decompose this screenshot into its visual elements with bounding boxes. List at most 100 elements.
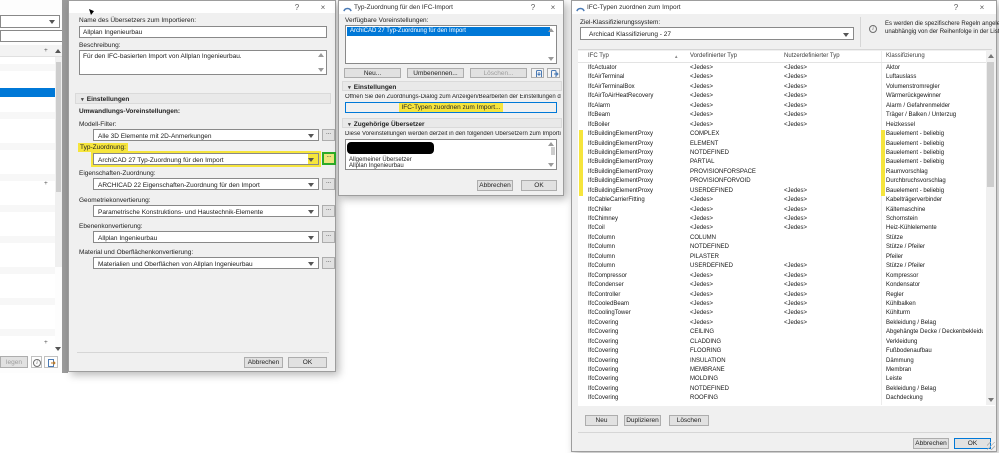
table-row[interactable]: IfcColumn COLUMN Stütze	[578, 234, 986, 243]
plus-icon[interactable]: +	[44, 339, 48, 346]
scroll-down-icon[interactable]	[318, 68, 324, 72]
background-selected-row[interactable]	[0, 88, 55, 97]
table-row[interactable]: IfcController <Jedes> <Jedes> Regler	[578, 291, 986, 300]
import-preset-button[interactable]	[531, 68, 544, 78]
scroll-up-icon[interactable]	[318, 53, 324, 57]
table-row[interactable]: IfcCovering MOLDING Leiste	[578, 375, 986, 384]
ok-button[interactable]: OK	[288, 357, 327, 368]
description-textarea[interactable]: Für den IFC-basierten Import von Allplan…	[79, 50, 327, 75]
type-mapping-more-button[interactable]: ...	[322, 152, 336, 165]
table-row[interactable]: IfcAlarm <Jedes> <Jedes> Alarm / Gefahrenme…	[578, 102, 986, 111]
scroll-down-icon[interactable]	[548, 163, 554, 167]
scroll-down-icon[interactable]	[987, 398, 994, 402]
geometry-conversion-dropdown[interactable]: Parametrische Konstruktions- und Haustec…	[93, 205, 319, 217]
table-row[interactable]: IfcColumn NOTDEFINED Stütze / Pfeiler	[578, 243, 986, 252]
target-system-dropdown[interactable]: Archicad Klassifizierung - 27	[580, 27, 854, 40]
table-row[interactable]: IfcChimney <Jedes> <Jedes> Schornstein	[578, 215, 986, 224]
type-mapping-dropdown[interactable]: ArchiCAD 27 Typ-Zuordnung für den Import	[91, 151, 321, 167]
table-row[interactable]: IfcCompressor <Jedes> <Jedes> Kompressor	[578, 272, 986, 281]
model-filter-more-button[interactable]: ...	[322, 129, 335, 141]
scroll-up-icon[interactable]	[548, 28, 554, 32]
background-dropdown[interactable]	[0, 15, 60, 28]
new-button[interactable]: Neu...	[344, 68, 401, 78]
assign-ifc-types-button[interactable]: IFC-Typen zuordnen zum Import...	[345, 102, 557, 113]
table-row[interactable]: IfcCoolingTower <Jedes> <Jedes> Kühlturm	[578, 309, 986, 318]
close-icon[interactable]: ×	[547, 2, 559, 13]
table-row[interactable]: IfcCoil <Jedes> <Jedes> Heiz-Kühlelemente	[578, 224, 986, 233]
table-row[interactable]: IfcAirTerminal <Jedes> <Jedes> Luftauslass	[578, 73, 986, 82]
plus-icon[interactable]: +	[44, 47, 48, 54]
table-row[interactable]: IfcBuildingElementProxy COMPLEX Bauelement…	[578, 130, 986, 140]
column-header-ifc-typ[interactable]: IFC Typ	[588, 53, 609, 59]
preset-item-selected[interactable]: ArchiCAD 27 Typ-Zuordnung für den Import	[347, 27, 550, 36]
help-icon[interactable]: ?	[950, 2, 962, 13]
column-header-nutzerdefinierter-typ[interactable]: Nutzerdefinierter Typ	[784, 53, 840, 59]
presets-list[interactable]: ArchiCAD 27 Typ-Zuordnung für den Import	[345, 25, 557, 64]
translator-name-input[interactable]	[79, 26, 327, 38]
duplicate-button[interactable]: Duplizieren	[624, 415, 661, 426]
table-row[interactable]: IfcCovering <Jedes> <Jedes> Bekleidung / Be…	[578, 319, 986, 328]
table-row[interactable]: IfcCovering INSULATION Dämmung	[578, 357, 986, 366]
layer-conversion-more-button[interactable]: ...	[322, 231, 335, 243]
table-scrollbar[interactable]	[986, 51, 995, 405]
column-header-klassifizierung[interactable]: Klassifizierung	[886, 53, 925, 59]
table-row[interactable]: IfcBoiler <Jedes> <Jedes> Heizkessel	[578, 121, 986, 130]
resize-grip[interactable]	[987, 442, 995, 450]
cancel-button[interactable]: Abbrechen	[913, 438, 949, 449]
column-header-vordefinierter-typ[interactable]: Vordefinierter Typ	[690, 53, 737, 59]
new-button[interactable]: Neu	[585, 415, 618, 426]
scrollbar-thumb[interactable]	[987, 62, 994, 187]
table-row[interactable]: IfcCableCarrierFitting <Jedes> <Jedes> Kabe…	[578, 196, 986, 205]
table-row[interactable]: IfcBuildingElementProxy PROVISIONFORVOID D…	[578, 177, 986, 188]
table-row[interactable]: IfcBuildingElementProxy PARTIAL Bauelement…	[578, 158, 986, 169]
background-list[interactable]	[0, 57, 55, 350]
table-row[interactable]: IfcAirToAirHeatRecovery <Jedes> <Jedes> Wär…	[578, 92, 986, 101]
cancel-button[interactable]: Abbrechen	[244, 357, 283, 368]
table-header[interactable]: IFC Typ ▲ Vordefinierter Typ Nutzerdefin…	[578, 51, 986, 63]
table-row[interactable]: IfcColumn PILASTER Pfeiler	[578, 253, 986, 262]
table-row[interactable]: IfcColumn USERDEFINED <Jedes> Stütze / Pfei…	[578, 262, 986, 271]
settings-section-header[interactable]: ▾ Einstellungen	[75, 93, 331, 104]
table-row[interactable]: IfcCovering CEILING Abgehängte Decke / Dec…	[578, 328, 986, 337]
background-scrollbar[interactable]	[55, 57, 62, 267]
chevron-up-icon[interactable]	[55, 49, 61, 53]
table-row[interactable]: IfcChiller <Jedes> <Jedes> Kältemaschine	[578, 206, 986, 215]
property-mapping-more-button[interactable]: ...	[322, 178, 335, 190]
background-export-button[interactable]	[44, 356, 58, 368]
material-conversion-more-button[interactable]: ...	[322, 257, 335, 269]
settings-section-header[interactable]: ▾ Einstellungen	[342, 81, 562, 91]
table-row[interactable]: IfcAirTerminalBox <Jedes> <Jedes> Volumenst…	[578, 83, 986, 92]
scroll-up-icon[interactable]	[987, 54, 994, 58]
table-row[interactable]: IfcCooledBeam <Jedes> <Jedes> Kühlbalken	[578, 300, 986, 309]
table-row[interactable]: IfcCovering ROOFING Dachdeckung	[578, 394, 986, 403]
table-row[interactable]: IfcBuildingElementProxy NOTDEFINED Bauelem…	[578, 148, 986, 159]
scroll-down-icon[interactable]	[548, 57, 554, 61]
scroll-up-icon[interactable]	[548, 142, 554, 146]
table-row[interactable]: IfcCondenser <Jedes> <Jedes> Kondensator	[578, 281, 986, 290]
table-row[interactable]: IfcBuildingElementProxy USERDEFINED <Jedes…	[578, 186, 986, 197]
ok-button[interactable]: OK	[521, 180, 557, 191]
close-icon[interactable]: ×	[317, 2, 329, 13]
layer-conversion-dropdown[interactable]: Allplan Ingenieurbau	[93, 231, 319, 243]
table-row[interactable]: IfcCovering FLOORING Fußbodenaufbau	[578, 347, 986, 356]
geometry-conversion-more-button[interactable]: ...	[322, 205, 335, 217]
delete-button[interactable]: Löschen	[669, 415, 709, 426]
background-input[interactable]	[0, 30, 63, 42]
table-row[interactable]: IfcCovering CLADDING Verkleidung	[578, 338, 986, 347]
list-item[interactable]: Allplan Ingenieurbau	[349, 163, 404, 169]
material-conversion-dropdown[interactable]: Materialien und Oberflächen von Allplan …	[93, 257, 319, 269]
help-icon[interactable]: ?	[527, 2, 539, 13]
property-mapping-dropdown[interactable]: ARCHICAD 22 Eigenschaften-Zuordnung für …	[93, 178, 319, 190]
background-apply-button[interactable]: legen	[0, 356, 28, 368]
table-row[interactable]: IfcActuator <Jedes> <Jedes> Aktor	[578, 64, 986, 73]
table-row[interactable]: IfcBuildingElementProxy PROVISIONFORSPACE…	[578, 167, 986, 178]
scrollbar-thumb[interactable]	[550, 147, 555, 155]
table-row[interactable]: IfcBuildingElementProxy ELEMENT Bauelement…	[578, 139, 986, 150]
translators-list[interactable]: Allgemeiner Übersetzer Allplan Ingenieur…	[345, 139, 557, 170]
chevron-down-icon[interactable]	[55, 347, 61, 351]
plus-icon[interactable]: +	[44, 180, 48, 187]
cancel-button[interactable]: Abbrechen	[477, 180, 513, 191]
model-filter-dropdown[interactable]: Alle 3D Elemente mit 2D-Anmerkungen	[93, 129, 319, 141]
close-icon[interactable]: ×	[976, 2, 988, 13]
export-preset-button[interactable]	[547, 68, 560, 78]
